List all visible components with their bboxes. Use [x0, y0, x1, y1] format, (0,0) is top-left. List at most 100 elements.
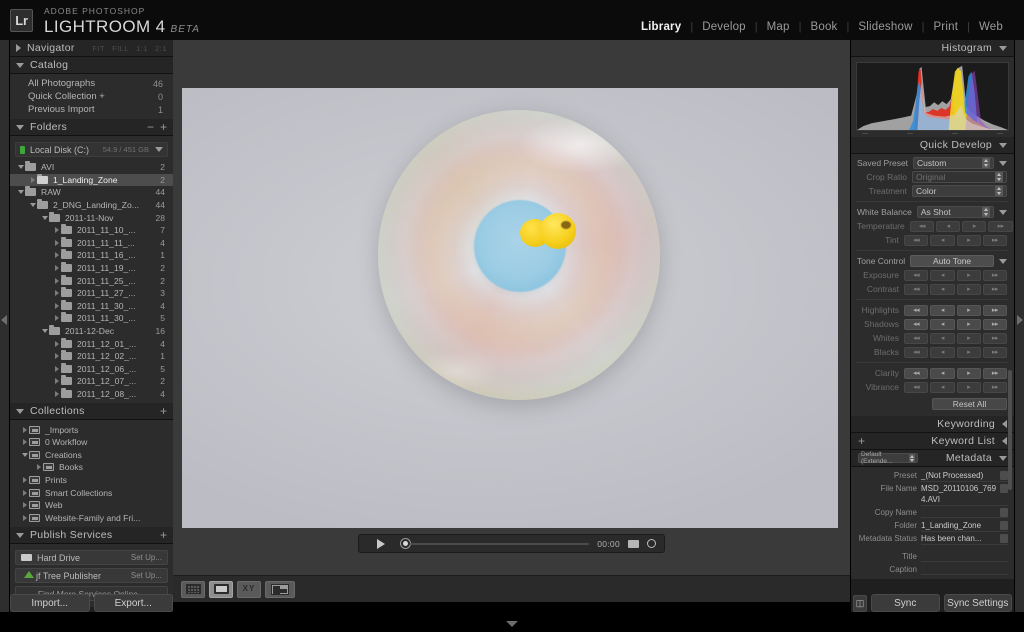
navigator-zoom-fill[interactable]: FILL	[112, 44, 129, 53]
chevron-down-icon[interactable]	[20, 452, 29, 457]
stepper-button[interactable]: ▸	[956, 381, 981, 393]
stepper-icon[interactable]	[982, 207, 990, 217]
metadata-value[interactable]: _(Not Processed)	[921, 470, 1008, 482]
stepper-button[interactable]: ◂◂	[904, 269, 929, 281]
module-develop[interactable]: Develop	[693, 21, 755, 33]
shadows-stepper[interactable]: ◂◂ ◂ ▸ ▸▸	[904, 318, 1007, 330]
exposure-stepper[interactable]: ◂◂ ◂ ▸ ▸▸	[904, 269, 1007, 281]
chevron-right-icon[interactable]	[28, 176, 37, 183]
stepper-button[interactable]: ◂	[930, 332, 955, 344]
stepper-button[interactable]: ◂	[930, 269, 955, 281]
metadata-action-button[interactable]	[1000, 471, 1008, 480]
panel-header-navigator[interactable]: Navigator FIT FILL 1:1 2:1	[10, 40, 173, 57]
stepper-button[interactable]: ◂◂	[909, 220, 934, 232]
minus-icon[interactable]: −	[147, 121, 154, 133]
folder-row[interactable]: 2011_12_08_... 4	[10, 387, 173, 401]
stepper-button[interactable]: ▸▸	[982, 367, 1007, 379]
folder-row[interactable]: 2011_11_16_... 1	[10, 249, 173, 262]
stepper-button[interactable]: ◂	[930, 346, 955, 358]
collapse-right-panel-arrow[interactable]	[1017, 315, 1023, 325]
white-balance-select[interactable]: As Shot	[916, 206, 994, 218]
collection-row[interactable]: Web	[10, 499, 173, 512]
auto-tone-button[interactable]: Auto Tone	[910, 255, 994, 267]
navigator-zoom-fit[interactable]: FIT	[92, 44, 105, 53]
folder-row[interactable]: 2011_12_06_... 5	[10, 362, 173, 376]
module-print[interactable]: Print	[924, 21, 967, 33]
chevron-right-icon[interactable]	[52, 265, 61, 272]
treatment-select[interactable]: Color	[912, 185, 1007, 197]
folder-row[interactable]: 2011_12_07_... 2	[10, 375, 173, 388]
panel-header-keywording[interactable]: Keywording	[851, 416, 1014, 433]
vibrance-stepper[interactable]: ◂◂ ◂ ▸ ▸▸	[904, 381, 1007, 393]
module-web[interactable]: Web	[970, 21, 1012, 33]
publish-service-setup-link[interactable]: Set Up...	[131, 571, 162, 580]
collection-row[interactable]: Creations	[10, 448, 173, 461]
survey-view-button[interactable]	[265, 580, 295, 598]
saved-preset-select[interactable]: Custom	[913, 157, 994, 169]
metadata-value[interactable]: 1_Landing_Zone	[921, 520, 1008, 532]
module-library[interactable]: Library	[632, 21, 690, 33]
stepper-button[interactable]: ◂◂	[904, 234, 929, 246]
plus-icon[interactable]: +	[160, 529, 167, 541]
collection-row[interactable]: Books	[10, 461, 173, 474]
module-map[interactable]: Map	[758, 21, 799, 33]
catalog-item[interactable]: All Photographs 46	[10, 77, 173, 90]
stepper-button[interactable]: ▸	[962, 220, 987, 232]
metadata-row[interactable]: Preset _(Not Processed)	[851, 470, 1014, 482]
folder-row[interactable]: 2011-11-Nov 28	[10, 211, 173, 224]
metadata-value[interactable]	[921, 551, 1008, 562]
contrast-stepper[interactable]: ◂◂ ◂ ▸ ▸▸	[904, 283, 1007, 295]
chevron-right-icon[interactable]	[52, 365, 61, 372]
stepper-button[interactable]: ◂	[930, 367, 955, 379]
stepper-button[interactable]: ◂	[935, 220, 961, 232]
metadata-row[interactable]: Caption	[851, 564, 1014, 576]
chevron-down-icon[interactable]	[999, 258, 1007, 264]
stepper-icon[interactable]	[995, 186, 1003, 196]
chevron-right-icon[interactable]	[52, 252, 61, 259]
stepper-button[interactable]: ▸▸	[982, 283, 1007, 295]
publish-service-setup-link[interactable]: Set Up...	[131, 553, 162, 562]
stepper-button[interactable]: ◂	[930, 283, 955, 295]
chevron-right-icon[interactable]	[20, 476, 29, 483]
stepper-button[interactable]: ▸	[956, 332, 981, 344]
chevron-right-icon[interactable]	[20, 502, 29, 509]
folder-row[interactable]: 2011-12-Dec 16	[10, 325, 173, 338]
chevron-right-icon[interactable]	[20, 426, 29, 433]
metadata-value[interactable]: MSD_20110106_7694.AVI	[921, 483, 1008, 506]
plus-icon[interactable]: +	[858, 435, 865, 447]
folder-row[interactable]: 2011_11_30_... 4	[10, 299, 173, 313]
folder-row[interactable]: RAW 44	[10, 186, 173, 199]
chevron-right-icon[interactable]	[52, 290, 61, 297]
temperature-stepper[interactable]: ◂◂ ◂ ▸ ▸▸	[909, 220, 1013, 232]
module-book[interactable]: Book	[801, 21, 846, 33]
folder-row[interactable]: 2011_11_25_... 2	[10, 274, 173, 287]
metadata-value[interactable]	[921, 507, 1008, 518]
metadata-action-button[interactable]	[1000, 508, 1008, 517]
stepper-button[interactable]: ◂	[930, 381, 955, 393]
metadata-action-button[interactable]	[1000, 534, 1008, 543]
scrubber-handle[interactable]	[401, 539, 410, 548]
chevron-down-icon[interactable]	[999, 209, 1007, 215]
blacks-stepper[interactable]: ◂◂ ◂ ▸ ▸▸	[904, 346, 1007, 358]
stepper-button[interactable]: ▸▸	[982, 234, 1007, 246]
sync-settings-button[interactable]: Sync Settings	[943, 594, 1012, 612]
stepper-button[interactable]: ▸	[956, 234, 981, 246]
chevron-right-icon[interactable]	[52, 239, 61, 246]
stepper-button[interactable]: ◂◂	[904, 318, 929, 330]
chevron-down-icon[interactable]	[155, 147, 163, 152]
trim-video-icon[interactable]	[647, 539, 656, 548]
whites-stepper[interactable]: ◂◂ ◂ ▸ ▸▸	[904, 332, 1007, 344]
clarity-stepper[interactable]: ◂◂ ◂ ▸ ▸▸	[904, 367, 1007, 379]
panel-header-publish-services[interactable]: Publish Services +	[10, 527, 173, 545]
loupe-view-button[interactable]	[209, 580, 233, 598]
stepper-button[interactable]: ▸	[956, 346, 981, 358]
sync-metadata-icon[interactable]: ◫	[853, 594, 867, 612]
metadata-row[interactable]: File Name MSD_20110106_7694.AVI	[851, 483, 1014, 506]
folder-row[interactable]: 2011_11_11_... 4	[10, 236, 173, 250]
chevron-right-icon[interactable]	[52, 340, 61, 347]
panel-header-metadata[interactable]: Default (Extende... Metadata	[851, 450, 1014, 467]
collection-row[interactable]: Website-Family and Fri...	[10, 511, 173, 524]
folder-row[interactable]: 2011_11_30_... 5	[10, 312, 173, 325]
stepper-icon[interactable]	[908, 454, 915, 462]
stepper-button[interactable]: ◂◂	[904, 346, 929, 358]
